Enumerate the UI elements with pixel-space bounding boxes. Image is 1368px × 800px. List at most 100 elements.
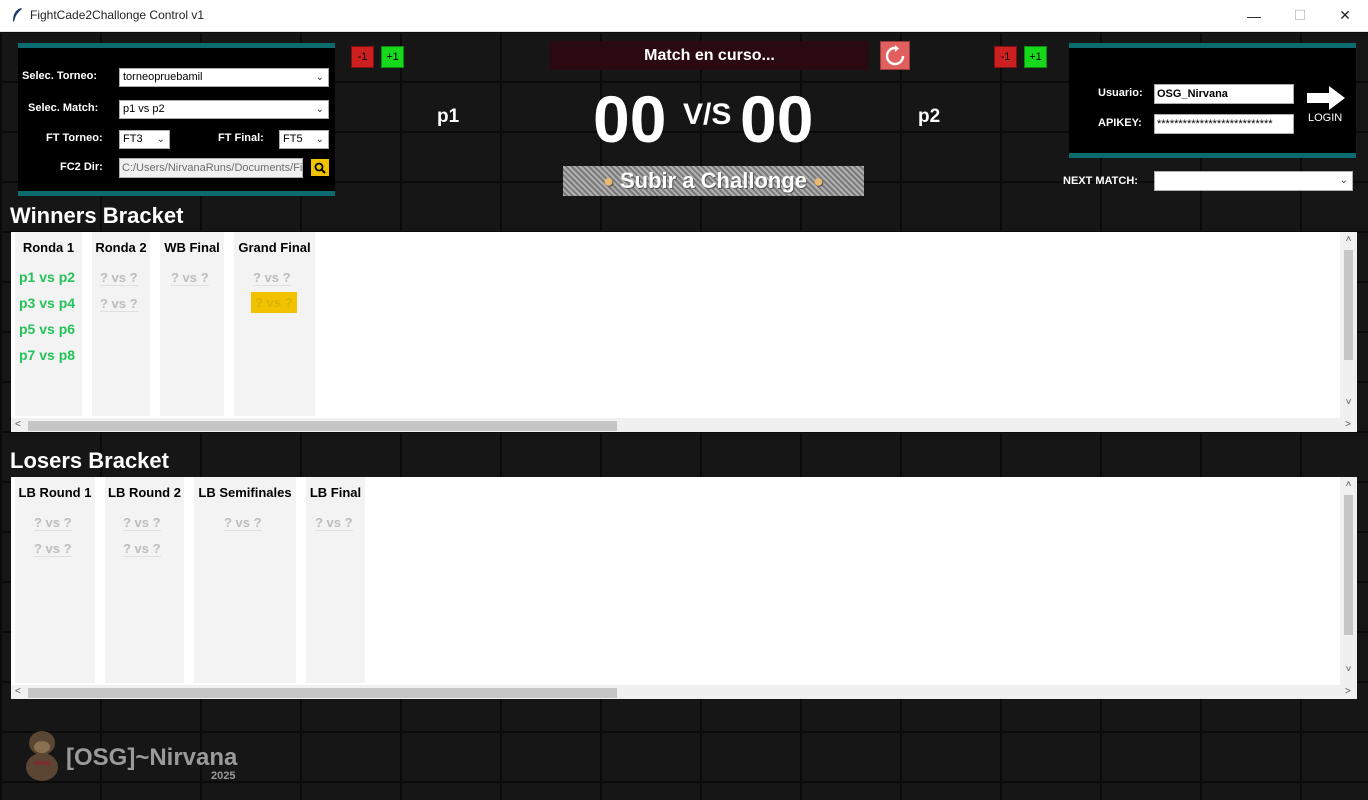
- column-header: LB Round 1: [18, 485, 92, 500]
- match-item[interactable]: ? vs ?: [123, 541, 161, 557]
- match-item[interactable]: ? vs ?: [100, 296, 138, 312]
- match-item[interactable]: ? vs ?: [34, 541, 72, 557]
- chevron-down-icon: ⌄: [315, 72, 324, 83]
- losers-vscroll[interactable]: ˄ ˅: [1340, 477, 1357, 685]
- chevron-down-icon: ⌄: [315, 134, 324, 145]
- tournament-panel: Selec. Torneo: torneopruebamil ⌄ Selec. …: [18, 43, 335, 196]
- scroll-down-icon[interactable]: ˅: [1340, 397, 1357, 408]
- scroll-right-icon[interactable]: ˃: [1345, 685, 1351, 699]
- match-item-highlighted[interactable]: ? vs ?: [251, 292, 297, 313]
- chevron-down-icon: ⌄: [156, 134, 165, 145]
- match-status: Match en curso...: [550, 41, 869, 70]
- brand-name: [OSG]~Nirvana: [66, 744, 238, 771]
- winners-col-ronda2: Ronda 2 ? vs ? ? vs ?: [92, 232, 150, 416]
- losers-bracket: LB Round 1 ? vs ? ? vs ? LB Round 2 ? vs…: [11, 477, 1357, 699]
- browse-dir-button[interactable]: [311, 159, 329, 176]
- column-header: WB Final: [164, 240, 220, 255]
- losers-col-final: LB Final ? vs ?: [306, 477, 365, 683]
- ft-final-select[interactable]: FT5 ⌄: [279, 130, 329, 149]
- user-label: Usuario:: [1098, 87, 1143, 99]
- match-item[interactable]: ? vs ?: [315, 515, 353, 531]
- login-button[interactable]: LOGIN: [1305, 84, 1349, 126]
- apikey-label: APIKEY:: [1098, 117, 1142, 129]
- winners-bracket: Ronda 1 p1 vs p2 p3 vs p4 p5 vs p6 p7 vs…: [11, 232, 1357, 432]
- fireball-icon: ●: [603, 170, 614, 191]
- user-field[interactable]: OSG_Nirvana: [1154, 84, 1294, 104]
- scroll-down-icon[interactable]: ˅: [1340, 664, 1357, 675]
- winners-title: Winners Bracket: [10, 203, 184, 228]
- mascot-logo: [26, 731, 58, 781]
- match-item[interactable]: ? vs ?: [123, 515, 161, 531]
- column-header: Ronda 2: [95, 240, 147, 255]
- brand-year: 2025: [211, 770, 236, 782]
- scroll-right-icon[interactable]: ˃: [1345, 418, 1351, 432]
- winners-col-ronda1: Ronda 1 p1 vs p2 p3 vs p4 p5 vs p6 p7 vs…: [15, 232, 82, 416]
- window-title: FightCade2Challonge Control v1: [30, 8, 205, 22]
- next-match-select[interactable]: ⌄: [1154, 171, 1353, 191]
- match-item[interactable]: p1 vs p2: [19, 269, 75, 285]
- torneo-select[interactable]: torneopruebamil ⌄: [119, 68, 329, 87]
- column-header: Grand Final: [238, 240, 311, 255]
- window-titlebar: FightCade2Challonge Control v1 — ☐ ✕: [0, 0, 1368, 32]
- match-item[interactable]: p7 vs p8: [19, 347, 75, 363]
- match-select[interactable]: p1 vs p2 ⌄: [119, 100, 329, 119]
- p1-minus-button[interactable]: -1: [351, 46, 374, 68]
- scroll-up-icon[interactable]: ˄: [1340, 234, 1357, 245]
- winners-vscroll[interactable]: ˄ ˅: [1340, 232, 1357, 418]
- player1-name: p1: [437, 106, 460, 127]
- ft-final-label: FT Final:: [218, 132, 264, 144]
- fireball-icon: ●: [813, 170, 824, 191]
- scroll-left-icon[interactable]: ˂: [15, 685, 21, 699]
- minimize-button[interactable]: —: [1231, 0, 1277, 31]
- chevron-down-icon: ⌄: [1339, 175, 1348, 186]
- match-item[interactable]: ? vs ?: [224, 515, 262, 531]
- winners-col-wb-final: WB Final ? vs ?: [160, 232, 224, 416]
- feather-icon: [13, 8, 22, 22]
- login-label: LOGIN: [1308, 112, 1343, 124]
- p2-plus-button[interactable]: +1: [1024, 46, 1047, 68]
- fc2-dir-label: FC2 Dir:: [60, 161, 103, 173]
- losers-col-semifinales: LB Semifinales ? vs ?: [194, 477, 296, 683]
- login-arrow-icon: [1307, 86, 1345, 110]
- apikey-field[interactable]: ***************************: [1154, 114, 1294, 134]
- losers-col-round2: LB Round 2 ? vs ? ? vs ?: [105, 477, 184, 683]
- player1-score: 00: [593, 82, 667, 156]
- p2-minus-button[interactable]: -1: [994, 46, 1017, 68]
- next-match-label: NEXT MATCH:: [1063, 175, 1138, 187]
- upload-label: Subir a Challonge: [619, 168, 808, 193]
- reset-button[interactable]: [880, 41, 910, 70]
- scroll-thumb[interactable]: [28, 688, 617, 698]
- scroll-thumb[interactable]: [28, 421, 617, 431]
- search-icon: [314, 162, 326, 174]
- winners-col-grand-final: Grand Final ? vs ? ? vs ?: [234, 232, 315, 416]
- p1-plus-button[interactable]: +1: [381, 46, 404, 68]
- maximize-button[interactable]: ☐: [1277, 0, 1323, 31]
- match-item[interactable]: ? vs ?: [253, 270, 291, 286]
- column-header: LB Semifinales: [198, 485, 292, 500]
- match-item[interactable]: p3 vs p4: [19, 295, 75, 311]
- losers-hscroll[interactable]: ˂ ˃: [11, 685, 1357, 699]
- ft-torneo-label: FT Torneo:: [46, 132, 103, 144]
- scroll-up-icon[interactable]: ˄: [1340, 479, 1357, 490]
- scroll-thumb[interactable]: [1344, 250, 1353, 360]
- torneo-label: Selec. Torneo:: [22, 70, 97, 82]
- losers-title: Losers Bracket: [10, 448, 169, 473]
- column-header: LB Final: [309, 485, 362, 500]
- scroll-thumb[interactable]: [1344, 495, 1353, 635]
- match-item[interactable]: p5 vs p6: [19, 321, 75, 337]
- fc2-dir-field[interactable]: C:/Users/NirvanaRuns/Documents/Fig: [119, 158, 303, 178]
- column-header: Ronda 1: [22, 240, 75, 255]
- player2-score: 00: [740, 82, 814, 156]
- match-item[interactable]: ? vs ?: [171, 270, 209, 286]
- close-button[interactable]: ✕: [1322, 0, 1368, 31]
- column-header: LB Round 2: [108, 485, 181, 500]
- match-label: Selec. Match:: [28, 102, 99, 114]
- winners-hscroll[interactable]: ˂ ˃: [11, 418, 1357, 432]
- upload-challonge-button[interactable]: ● Subir a Challonge ●: [563, 166, 864, 196]
- ft-final-value: FT5: [283, 133, 303, 145]
- match-item[interactable]: ? vs ?: [34, 515, 72, 531]
- player2-name: p2: [918, 106, 941, 127]
- scroll-left-icon[interactable]: ˂: [15, 418, 21, 432]
- match-item[interactable]: ? vs ?: [100, 270, 138, 286]
- ft-torneo-select[interactable]: FT3 ⌄: [119, 130, 170, 149]
